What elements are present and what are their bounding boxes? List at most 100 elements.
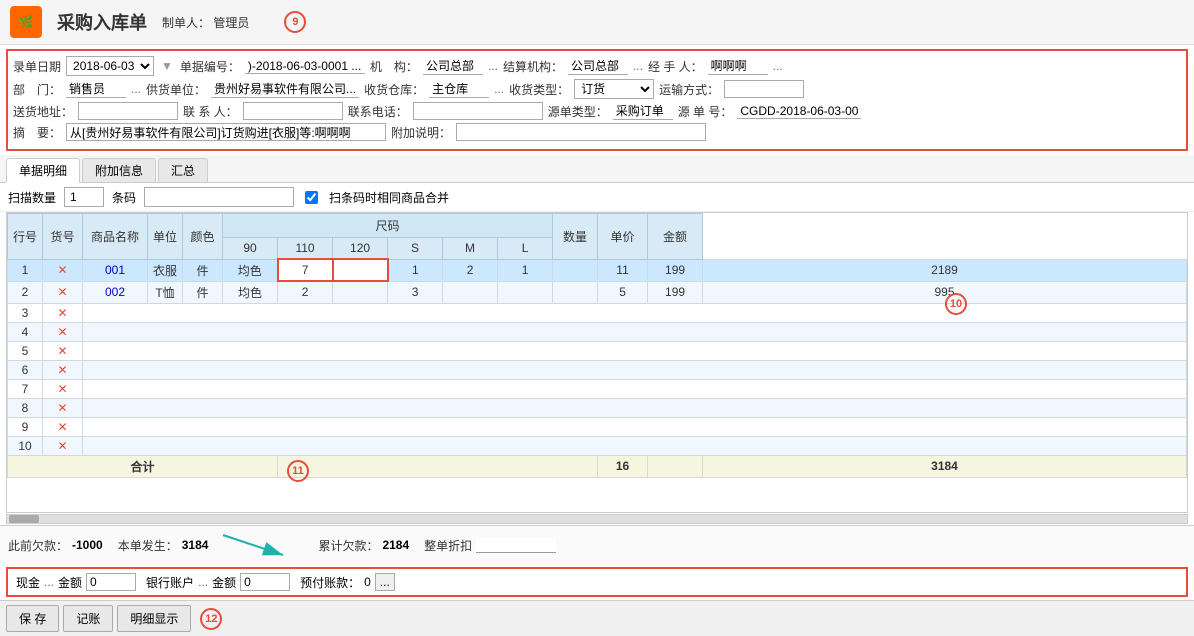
form-row-2: 部 门： 销售员 ... 供货单位： 贵州好易事软件有限公司... 收货仓库： … xyxy=(13,79,1181,99)
cell-sl[interactable] xyxy=(553,281,598,303)
date-select[interactable]: 2018-06-03 xyxy=(66,56,154,76)
handler-dots[interactable]: ... xyxy=(773,59,783,73)
cell-row-no: 4 xyxy=(8,322,43,341)
scrollbar-thumb[interactable] xyxy=(9,515,39,523)
cell-s120[interactable]: 1 xyxy=(388,259,443,281)
scan-barcode-input[interactable] xyxy=(144,187,294,207)
bank-amount-label: 金额 xyxy=(212,574,236,591)
form-row-4: 摘 要： 附加说明： xyxy=(13,123,1181,141)
prepay-dots-button[interactable]: ... xyxy=(375,573,395,591)
doc-no-value: )-2018-06-03-0001 ... xyxy=(245,59,365,74)
cell-s120[interactable]: 3 xyxy=(388,281,443,303)
cell-icon[interactable]: ✕ xyxy=(43,303,83,322)
cell-row-no: 2 xyxy=(8,281,43,303)
data-table-container: 10 11 行号 货号 商品名称 单位 颜色 尺码 数量 单价 金额 xyxy=(6,212,1188,513)
cell-row-no: 1 xyxy=(8,259,43,281)
cell-s90[interactable]: 2 xyxy=(278,281,333,303)
cell-icon[interactable]: ✕ xyxy=(43,379,83,398)
bank-dots[interactable]: ... xyxy=(198,575,208,589)
clear-button[interactable]: 明细显示 xyxy=(117,605,191,632)
scan-qty-input[interactable] xyxy=(64,187,104,207)
cell-sm[interactable]: 1 xyxy=(498,259,553,281)
cell-sl[interactable] xyxy=(553,259,598,281)
src-type-value: 采购订单 xyxy=(613,102,673,120)
cell-goods-name: T恤 xyxy=(148,281,183,303)
table-row: 5 ✕ xyxy=(8,341,1187,360)
th-size-120: 120 xyxy=(333,238,388,260)
th-goods-no: 货号 xyxy=(43,214,83,260)
th-goods-name: 商品名称 xyxy=(83,214,148,260)
supplier-label: 供货单位： xyxy=(146,81,206,98)
bank-amount-input[interactable] xyxy=(240,573,290,591)
cell-color: 均色 xyxy=(223,259,278,281)
th-size-group: 尺码 xyxy=(223,214,553,238)
cash-dots[interactable]: ... xyxy=(44,575,54,589)
cell-ss[interactable]: 2 xyxy=(443,259,498,281)
tab-summary[interactable]: 汇总 xyxy=(158,158,208,182)
cash-amount-label: 金额 xyxy=(58,574,82,591)
cell-icon[interactable]: ✕ xyxy=(43,398,83,417)
cell-icon[interactable]: ✕ xyxy=(43,259,83,281)
table-row: 7 ✕ xyxy=(8,379,1187,398)
cell-s110[interactable] xyxy=(333,259,388,281)
cell-s110[interactable] xyxy=(333,281,388,303)
prepay-label: 预付账款： xyxy=(300,574,360,591)
tab-bar: 单据明细 附加信息 汇总 xyxy=(0,155,1194,183)
tab-detail[interactable]: 单据明细 xyxy=(6,158,80,183)
total-row: 合计 16 3184 xyxy=(8,455,1187,477)
warehouse-label: 收货仓库： xyxy=(364,81,424,98)
addr-label: 送货地址： xyxy=(13,103,73,120)
cell-ss[interactable] xyxy=(443,281,498,303)
transport-input[interactable] xyxy=(724,80,804,98)
tel-input[interactable] xyxy=(413,102,543,120)
settle-value: 公司总部 xyxy=(568,57,628,75)
settle-dots[interactable]: ... xyxy=(633,59,643,73)
cell-icon[interactable]: ✕ xyxy=(43,360,83,379)
cell-row-no: 6 xyxy=(8,360,43,379)
account-button[interactable]: 记账 xyxy=(63,605,113,632)
cell-qty: 11 xyxy=(598,259,648,281)
cell-sm[interactable] xyxy=(498,281,553,303)
src-type-label: 源单类型： xyxy=(548,103,608,120)
contact-input[interactable] xyxy=(243,102,343,120)
save-button[interactable]: 保 存 xyxy=(6,605,59,632)
cell-icon[interactable]: ✕ xyxy=(43,341,83,360)
scan-merge-checkbox[interactable] xyxy=(305,191,318,204)
settle-label: 结算机构： xyxy=(503,58,563,75)
th-size-l: L xyxy=(498,238,553,260)
cell-unit: 件 xyxy=(183,281,223,303)
recv-type-select[interactable]: 订货 xyxy=(574,79,654,99)
table-row: 8 ✕ xyxy=(8,398,1187,417)
cash-amount-input[interactable] xyxy=(86,573,136,591)
cell-icon[interactable]: ✕ xyxy=(43,322,83,341)
cell-icon[interactable]: ✕ xyxy=(43,281,83,303)
tel-label: 联系电话： xyxy=(348,103,408,120)
horizontal-scrollbar[interactable] xyxy=(6,514,1188,524)
badge-11: 11 xyxy=(287,460,309,482)
addr-input[interactable] xyxy=(78,102,178,120)
extra-input[interactable] xyxy=(456,123,706,141)
cell-s90[interactable]: 7 xyxy=(278,259,333,281)
cell-icon[interactable]: ✕ xyxy=(43,417,83,436)
org-dots[interactable]: ... xyxy=(488,59,498,73)
cell-price: 199 xyxy=(648,281,703,303)
remark-input[interactable] xyxy=(66,123,386,141)
form-row-3: 送货地址： 联 系 人： 联系电话： 源单类型： 采购订单 源 单 号： CGD… xyxy=(13,102,1181,120)
cell-price: 199 xyxy=(648,259,703,281)
cell-icon[interactable]: ✕ xyxy=(43,436,83,455)
summary-bar: 此前欠款： -1000 本单发生： 3184 累计欠款： 2184 整单折扣 xyxy=(0,525,1194,564)
doc-no-label: 单据编号： xyxy=(180,58,240,75)
prepay-item: 预付账款： 0 ... xyxy=(300,573,395,591)
th-price: 单价 xyxy=(598,214,648,260)
scan-barcode-label: 条码 xyxy=(112,189,136,206)
extra-label: 附加说明： xyxy=(391,124,451,141)
table-row: 4 ✕ xyxy=(8,322,1187,341)
src-no-label: 源 单 号： xyxy=(678,103,733,120)
date-label: 录单日期 xyxy=(13,58,61,75)
discount-input[interactable] xyxy=(476,538,556,553)
th-size-s: S xyxy=(388,238,443,260)
tab-extra[interactable]: 附加信息 xyxy=(82,158,156,182)
table-row: 6 ✕ xyxy=(8,360,1187,379)
prev-owe-item: 此前欠款： -1000 xyxy=(8,537,103,554)
total-amount: 3184 xyxy=(703,455,1187,477)
